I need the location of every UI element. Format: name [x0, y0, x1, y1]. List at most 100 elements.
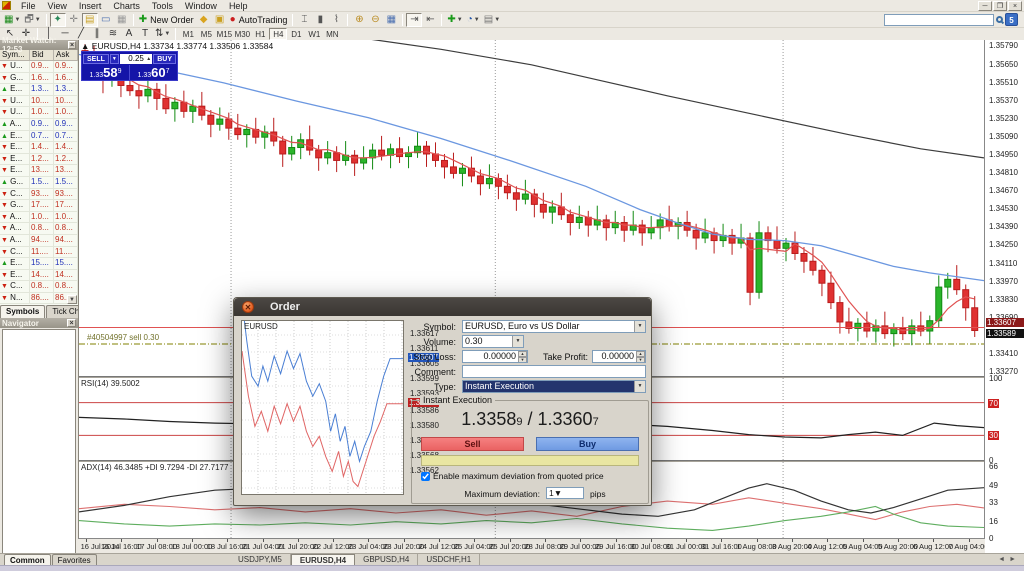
table-row[interactable]: ▼ U...10....10.... — [0, 96, 78, 108]
timeframe-m1[interactable]: M1 — [179, 28, 197, 40]
mql5-community-button[interactable]: 5 — [1005, 13, 1018, 26]
table-row[interactable]: ▼ G...17....17.... — [0, 200, 78, 212]
order-dialog-titlebar[interactable]: ✕ Order — [234, 298, 651, 316]
menu-help[interactable]: Help — [223, 0, 254, 12]
column-ask[interactable]: Ask — [54, 50, 78, 60]
dialog-close-icon[interactable]: ✕ — [242, 301, 254, 313]
data-window-button[interactable]: ✛ — [66, 13, 82, 27]
table-row[interactable]: ▼ A...1.0...1.0... — [0, 212, 78, 224]
one-click-sell-price[interactable]: 1.33589 — [82, 65, 129, 80]
terminal-button[interactable]: ▭ — [98, 13, 114, 27]
navigator-body[interactable] — [2, 329, 76, 561]
volume-select[interactable]: 0.30▼ — [462, 335, 524, 348]
periods-button[interactable]: ◔▼ — [465, 13, 482, 27]
strategy-tester-button[interactable]: ▦ — [114, 13, 130, 27]
search-icon[interactable] — [996, 16, 1003, 23]
table-row[interactable]: ▲ E...15....15.... — [0, 258, 78, 270]
time-axis[interactable]: 16 Jul 201416 Jul 16:0017 Jul 08:0018 Ju… — [78, 538, 985, 553]
menu-insert[interactable]: Insert — [73, 0, 108, 12]
timeframe-m5[interactable]: M5 — [197, 28, 215, 40]
price-axis[interactable]: 1.357901.356501.355101.353701.352301.350… — [984, 40, 1024, 538]
order-type-select[interactable]: Instant Execution▼ — [462, 380, 646, 393]
close-button[interactable]: × — [1008, 1, 1022, 11]
bar-chart-button[interactable]: ⌶ — [296, 13, 312, 27]
table-row[interactable]: ▼ C...0.8...0.8... — [0, 281, 78, 293]
table-row[interactable]: ▼ E...14....14.... — [0, 270, 78, 282]
candlestick-chart-button[interactable]: ▮ — [312, 13, 328, 27]
profiles-button[interactable]: 🗗▼ — [22, 13, 42, 27]
menu-window[interactable]: Window — [179, 0, 223, 12]
stop-loss-input[interactable]: 0.00000▲▼ — [462, 350, 528, 363]
templates-button[interactable]: ▤▼ — [482, 13, 502, 27]
one-click-buy-button[interactable]: BUY — [153, 54, 176, 64]
open-position-label[interactable]: #40504997 sell 0.30 — [87, 333, 159, 342]
table-row[interactable]: ▲ A...0.9...0.9... — [0, 119, 78, 131]
timeframe-mn[interactable]: MN — [323, 28, 341, 40]
arrows-tool-button[interactable]: ⇅▼ — [153, 27, 172, 41]
fibonacci-tool-button[interactable]: ≋ — [105, 27, 121, 41]
menu-tools[interactable]: Tools — [146, 0, 179, 12]
comment-input[interactable] — [462, 365, 646, 378]
zoom-out-button[interactable]: ⊖ — [367, 13, 383, 27]
menu-file[interactable]: File — [15, 0, 42, 12]
market-watch-close-icon[interactable]: × — [68, 41, 76, 49]
timeframe-m30[interactable]: M30 — [233, 28, 251, 40]
table-row[interactable]: ▲ G...1.5...1.5... — [0, 177, 78, 189]
deviation-checkbox[interactable] — [421, 472, 430, 481]
auto-scroll-button[interactable]: ⇥ — [406, 13, 422, 27]
one-click-buy-price[interactable]: 1.33607 — [130, 65, 177, 80]
minimize-button[interactable]: ─ — [978, 1, 992, 11]
menu-charts[interactable]: Charts — [107, 0, 146, 12]
search-input[interactable] — [884, 14, 994, 26]
channel-tool-button[interactable]: ∥ — [89, 27, 105, 41]
scroll-down-icon[interactable]: ▼ — [67, 295, 77, 304]
market-watch-toggle-button[interactable]: ✦ — [50, 13, 66, 27]
symbol-select[interactable]: EURUSD, Euro vs US Dollar▼ — [462, 320, 646, 333]
timeframe-h4[interactable]: H4 — [269, 28, 287, 40]
column-symbol[interactable]: Sym... — [0, 50, 30, 60]
metaeditor-button[interactable]: ◆ — [196, 13, 212, 27]
table-row[interactable]: ▼ U...0.9...0.9... — [0, 61, 78, 73]
chart-shift-button[interactable]: ⇤ — [422, 13, 438, 27]
navigator-toggle-button[interactable]: ▤ — [82, 13, 98, 27]
zoom-in-button[interactable]: ⊕ — [351, 13, 367, 27]
table-row[interactable]: ▼ C...93....93.... — [0, 189, 78, 201]
take-profit-input[interactable]: 0.00000▲▼ — [592, 350, 646, 363]
timeframe-h1[interactable]: H1 — [251, 28, 269, 40]
maximum-deviation-select[interactable]: 1▼ — [546, 487, 584, 499]
buy-button[interactable]: Buy — [536, 437, 639, 451]
table-row[interactable]: ▼ C...11....11.... — [0, 247, 78, 259]
table-row[interactable]: ▲ E...1.3...1.3... — [0, 84, 78, 96]
navigator-close-icon[interactable]: × — [67, 319, 76, 327]
line-chart-button[interactable]: ⌇ — [328, 13, 344, 27]
trendline-tool-button[interactable]: ╱ — [73, 27, 89, 41]
restore-button[interactable]: ❐ — [993, 1, 1007, 11]
table-row[interactable]: ▼ E...13....13.... — [0, 165, 78, 177]
table-row[interactable]: ▼ E...1.2...1.2... — [0, 154, 78, 166]
tab-scroll-icons[interactable]: ◄► — [998, 556, 1020, 563]
new-chart-button[interactable]: ▦▼ — [2, 13, 22, 27]
one-click-sell-button[interactable]: SELL — [83, 54, 109, 64]
tab-symbols[interactable]: Symbols — [0, 305, 45, 318]
one-click-options-icon[interactable]: ▼ — [110, 54, 119, 64]
timeframe-d1[interactable]: D1 — [287, 28, 305, 40]
new-order-button[interactable]: ✚New Order — [137, 13, 196, 27]
label-tool-button[interactable]: T — [137, 27, 153, 41]
timeframe-w1[interactable]: W1 — [305, 28, 323, 40]
experts-button[interactable]: ▣ — [212, 13, 228, 27]
indicators-button[interactable]: ✚▼ — [445, 13, 464, 27]
table-row[interactable]: ▼ U...1.0...1.0... — [0, 107, 78, 119]
table-row[interactable]: ▲ E...0.7...0.7... — [0, 131, 78, 143]
sell-button[interactable]: Sell — [421, 437, 524, 451]
table-row[interactable]: ▼ A...0.8...0.8... — [0, 223, 78, 235]
timeframe-m15[interactable]: M15 — [215, 28, 233, 40]
one-click-volume-input[interactable]: 0.25▲ — [120, 54, 152, 64]
table-row[interactable]: ▼ A...94....94.... — [0, 235, 78, 247]
autotrading-button[interactable]: ●AutoTrading — [228, 13, 290, 27]
table-row[interactable]: ▼ E...1.4...1.4... — [0, 142, 78, 154]
column-bid[interactable]: Bid — [30, 50, 54, 60]
deviation-checkbox-label[interactable]: Enable maximum deviation from quoted pri… — [433, 471, 604, 481]
tile-windows-button[interactable]: ▦ — [383, 13, 399, 27]
table-row[interactable]: ▼ G...1.6...1.6... — [0, 73, 78, 85]
menu-view[interactable]: View — [42, 0, 73, 12]
